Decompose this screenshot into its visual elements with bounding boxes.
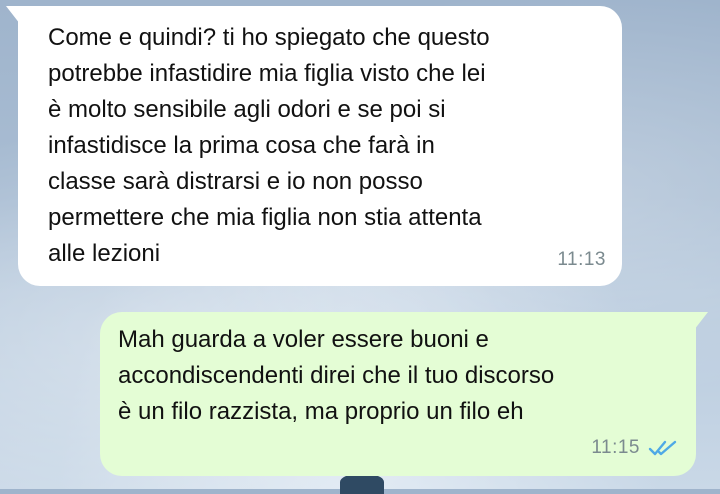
message-text-line: potrebbe infastidire mia figlia visto ch… (48, 60, 486, 87)
message-timestamp: 11:13 (557, 249, 606, 270)
double-check-read-icon (648, 440, 677, 456)
outgoing-message-bubble[interactable]: Mah guarda a voler essere buoni e accond… (100, 312, 708, 476)
message-timestamp: 11:15 (591, 437, 640, 458)
wallpaper-figure (340, 474, 384, 494)
incoming-message-bubble[interactable]: Come e quindi? ti ho spiegato che questo… (6, 6, 622, 286)
message-text-line: è molto sensibile agli odori e se poi si (48, 96, 446, 123)
message-meta: 11:13 (557, 242, 606, 278)
message-text-line: Come e quindi? ti ho spiegato che questo (48, 24, 490, 51)
message-text-line: classe sarà distrarsi e io non posso (48, 168, 423, 195)
message-text-line: è un filo razzista, ma proprio un filo e… (118, 398, 524, 425)
message-text-line: accondiscendenti direi che il tuo discor… (118, 362, 555, 389)
message-meta: 11:15 (591, 430, 678, 466)
message-text-line: permettere che mia figlia non stia atten… (48, 204, 482, 231)
message-text-line: alle lezioni (48, 240, 161, 267)
message-text-line: Mah guarda a voler essere buoni e (118, 326, 489, 353)
message-text-line: infastidisce la prima cosa che farà in (48, 132, 435, 159)
